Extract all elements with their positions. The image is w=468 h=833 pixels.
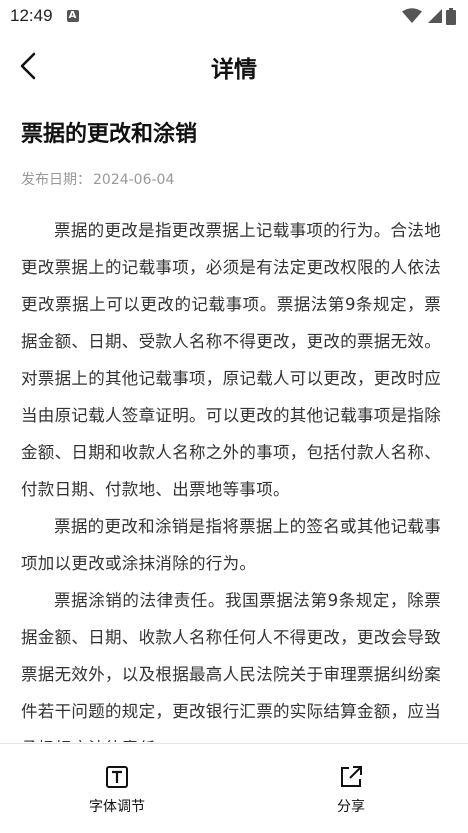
status-bar: 12:49 A [0, 0, 468, 32]
font-size-button[interactable]: 字体调节 [0, 744, 234, 833]
article-paragraph: 票据的更改是指更改票据上记载事项的行为。合法地更改票据上的记载事项，必须是有法定… [21, 221, 441, 499]
article-paragraph: 票据的更改和涂销是指将票据上的签名或其他记载事项加以更改或涂抹消除的行为。 [21, 517, 441, 573]
battery-icon [446, 7, 456, 25]
status-time: 12:49 [10, 6, 53, 25]
share-label: 分享 [337, 799, 365, 815]
font-size-label: 字体调节 [89, 799, 145, 815]
header: 详情 [0, 40, 468, 92]
article-paragraph: 票据涂销的法律责任。我国票据法第9条规定，除票据金额、日期、收款人名称任何人不得… [21, 591, 441, 742]
article-body: 票据的更改是指更改票据上记载事项的行为。合法地更改票据上的记载事项，必须是有法定… [21, 212, 441, 742]
article-content[interactable]: 票据的更改和涂销 发布日期： 2024-06-04 票据的更改是指更改票据上记载事… [21, 110, 441, 742]
text-size-icon [104, 764, 130, 790]
bottom-toolbar: 字体调节 分享 [0, 743, 468, 833]
signal-icon [428, 9, 442, 23]
app-notification-icon: A [66, 10, 79, 22]
wifi-icon [402, 8, 422, 23]
page-title: 详情 [211, 57, 257, 83]
share-icon [338, 764, 364, 790]
share-button[interactable]: 分享 [234, 744, 468, 833]
publish-date: 发布日期： 2024-06-04 [21, 170, 441, 190]
publish-date-value: 2024-06-04 [93, 172, 175, 188]
publish-date-label: 发布日期： [21, 172, 91, 188]
article-title: 票据的更改和涂销 [21, 122, 198, 147]
